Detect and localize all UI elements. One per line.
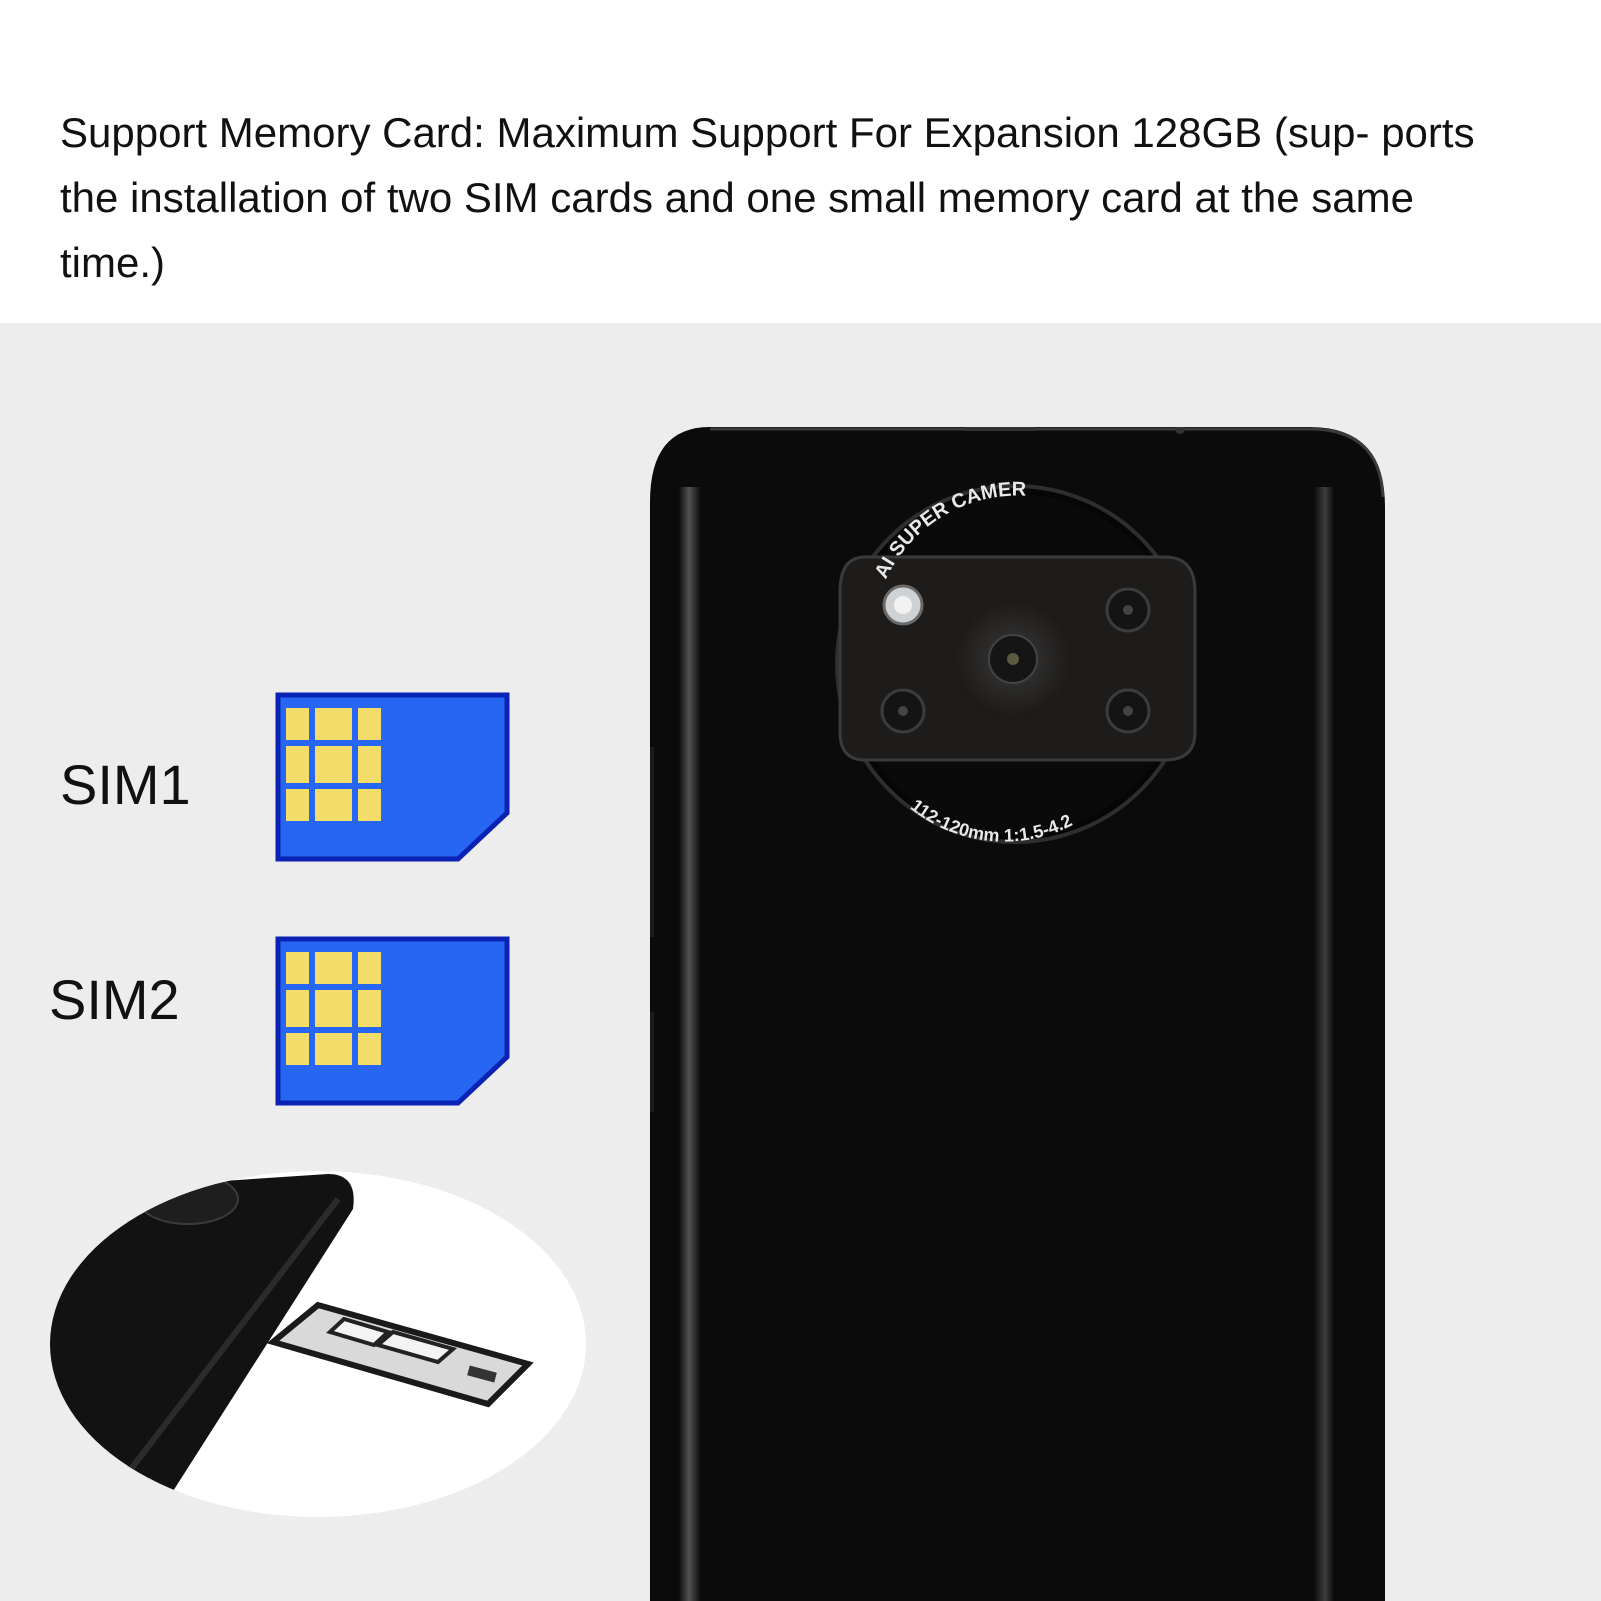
sim2-card-icon [275,936,510,1106]
header-description: Support Memory Card: Maximum Support For… [60,109,1475,286]
sim-tray-inset [50,1171,586,1517]
product-photo: SIM1 SIM2 AI SUPER CAMER 112-120mm 1:1.5… [0,323,1601,1601]
sim1-label: SIM1 [60,753,191,816]
sim1-card-icon [275,692,510,862]
phone-back: AI SUPER CAMER 112-120mm 1:1.5-4.2 [650,427,1385,1601]
sim2-label: SIM2 [49,968,180,1031]
header-banner: Support Memory Card: Maximum Support For… [0,0,1601,323]
